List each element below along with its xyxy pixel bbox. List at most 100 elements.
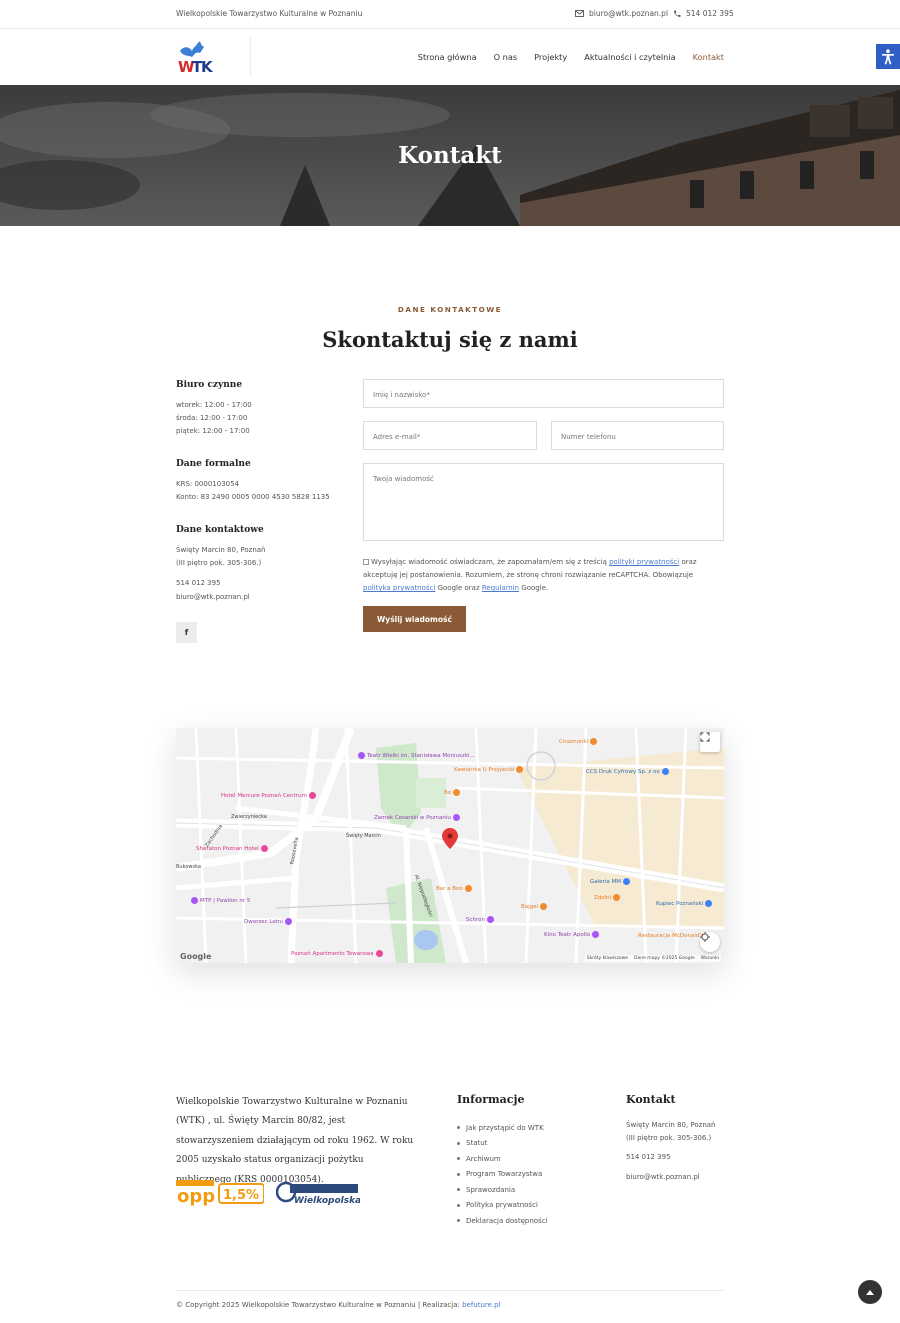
accessibility-icon	[882, 48, 894, 64]
nav-item-contact[interactable]: Kontakt	[693, 52, 724, 62]
office-hours-tuesday: wtorek: 12:00 - 17:00	[176, 401, 252, 409]
contact-data-block: Dane kontaktowe Święty Marcin 80, Poznań…	[176, 525, 346, 604]
fullscreen-icon	[700, 732, 710, 742]
map-poi-apartments[interactable]: Poznań Apartments Towarowa	[291, 950, 383, 957]
arrow-up-icon	[866, 1290, 874, 1295]
nav-item-news[interactable]: Aktualności i czytelnia	[584, 52, 675, 62]
map-poi-teatr-wielki[interactable]: Teatr Wielki im. Stanisława Moniuszki...	[358, 752, 475, 759]
message-field-placeholder: Twoja wiadomość	[373, 475, 434, 483]
formal-data-block: Dane formalne KRS: 0000103054 Konto: 83 …	[176, 459, 346, 504]
office-hours-block: Biuro czynne wtorek: 12:00 - 17:00 środa…	[176, 380, 346, 439]
nav-item-about[interactable]: O nas	[494, 52, 518, 62]
top-bar-email[interactable]: biuro@wtk.poznan.pl	[575, 9, 668, 18]
map-poi-zdolni[interactable]: Zdolni	[594, 894, 621, 901]
footer-phone[interactable]: 514 012 395	[626, 1151, 716, 1164]
footer-link-privacy[interactable]: Polityka prywatności	[457, 1198, 548, 1214]
name-field[interactable]: Imię i nazwisko*	[363, 379, 724, 408]
footer-link-archive[interactable]: Archiwum	[457, 1151, 548, 1167]
email-field-placeholder: Adres e-mail*	[373, 433, 421, 441]
map-poi-kupiec[interactable]: Kupiec Poznański	[656, 900, 713, 907]
contact-address-line1: Święty Marcin 80, Poznań	[176, 546, 266, 554]
footer-contact-block: Święty Marcin 80, Poznań (III piętro pok…	[626, 1119, 716, 1183]
top-bar-phone[interactable]: 514 012 395	[673, 9, 734, 18]
map-data-credit: Dane mapy ©2025 Google	[634, 956, 695, 961]
submit-button-label: Wyślij wiadomość	[377, 614, 452, 624]
svg-text:K: K	[201, 58, 214, 75]
top-bar-phone-text: 514 012 395	[686, 9, 734, 18]
map-poi-mcdonalds[interactable]: Restauracja McDonald's	[638, 933, 704, 939]
map-poi-sheraton[interactable]: Sheraton Poznan Hotel	[196, 845, 268, 852]
message-field[interactable]: Twoja wiadomość	[363, 463, 724, 541]
nav-item-home[interactable]: Strona główna	[418, 52, 477, 62]
map-camera-control[interactable]	[700, 932, 720, 952]
formal-data-heading: Dane formalne	[176, 459, 251, 469]
map-street-bukowska: Bukowska	[176, 864, 201, 870]
footer-link-reports[interactable]: Sprawozdania	[457, 1182, 548, 1198]
footer-link-join[interactable]: Jak przystąpić do WTK	[457, 1120, 548, 1136]
top-bar: Wielkopolskie Towarzystwo Kulturalne w P…	[0, 0, 900, 29]
map-fullscreen-button[interactable]	[700, 732, 720, 752]
map-poi-cinamonki[interactable]: Cinamonki	[559, 738, 598, 745]
map-poi-galeria-mm[interactable]: Galeria MM	[590, 878, 630, 885]
phone-field[interactable]: Numer telefonu	[551, 421, 724, 450]
consent-checkbox[interactable]	[363, 559, 369, 565]
phone-field-placeholder: Numer telefonu	[561, 433, 616, 441]
map-poi-mtp[interactable]: MTP | Pawilon nr 5	[191, 897, 250, 904]
submit-button[interactable]: Wyślij wiadomość	[363, 606, 466, 632]
office-hours-heading: Biuro czynne	[176, 380, 243, 390]
google-terms-link[interactable]: Regulamin	[482, 584, 519, 592]
nav-item-projects[interactable]: Projekty	[534, 52, 567, 62]
footer-email[interactable]: biuro@wtk.poznan.pl	[626, 1171, 716, 1184]
office-hours-wednesday: środa: 12:00 - 17:00	[176, 414, 248, 423]
map-poi-hotel-mercure[interactable]: Hotel Mercure Poznań Centrum	[221, 792, 316, 799]
office-hours-friday: piątek: 12:00 - 17:00	[176, 427, 250, 436]
page-hero: Kontakt	[0, 85, 900, 226]
map-poi-bar-a-boo[interactable]: Bar a Boo	[436, 885, 472, 892]
svg-text:1,5%: 1,5%	[223, 1188, 259, 1203]
footer-address-line2: (III piętro pok. 305-306.)	[626, 1133, 712, 1142]
phone-icon	[674, 10, 681, 17]
accessibility-button[interactable]	[876, 44, 900, 69]
google-logo: Google	[180, 952, 212, 961]
footer-divider	[176, 1290, 724, 1291]
google-privacy-link[interactable]: polityka prywatności	[363, 584, 435, 592]
map-poi-ccs-druk[interactable]: CCS Druk Cyfrowy Sp. z oo	[586, 768, 669, 775]
contact-email[interactable]: biuro@wtk.poznan.pl	[176, 591, 346, 604]
section-title: Skontaktuj się z nami	[322, 327, 578, 352]
bank-account: Konto: 83 2490 0005 0000 4530 5828 1135	[176, 493, 330, 502]
map-poi-bo[interactable]: Bo	[444, 789, 461, 796]
realization-link[interactable]: befuture.pl	[462, 1301, 500, 1309]
footer-link-accessibility[interactable]: Deklaracja dostępności	[457, 1213, 548, 1229]
envelope-icon	[575, 10, 584, 17]
map-poi-zamek-cesarski[interactable]: Zamek Cesarski w Poznaniu	[374, 814, 460, 821]
camera-control-icon	[700, 932, 710, 942]
map-poi-kino-apollo[interactable]: Kino Teatr Apollo	[544, 931, 600, 938]
contact-phone[interactable]: 514 012 395	[176, 577, 346, 590]
contact-address-line2: (III piętro pok. 305-306.)	[176, 559, 262, 568]
opp-badge[interactable]: opp 1,5%	[176, 1180, 264, 1206]
footer-link-program[interactable]: Program Towarzystwa	[457, 1167, 548, 1183]
footer-link-statute[interactable]: Statut	[457, 1136, 548, 1152]
krs-number: KRS: 0000103054	[176, 480, 240, 488]
map-poi-kawiarnia[interactable]: Kawiarnia U Przyjaciół	[454, 766, 524, 773]
map-street-zwierzyniecka: Zwierzyniecka	[231, 814, 267, 820]
wielkopolska-badge[interactable]: Wielkopolska	[276, 1180, 360, 1206]
map-shortcuts-link[interactable]: Skróty klawiszowe	[587, 956, 628, 961]
facebook-button[interactable]: f	[176, 622, 197, 643]
map-poi-dworzec-letni[interactable]: Dworzec Letni	[244, 918, 292, 925]
map-poi-bajgel[interactable]: Bajgel	[521, 903, 548, 910]
page-title: Kontakt	[398, 142, 502, 169]
google-map[interactable]: Święty Marcin Zwierzyniecka Roosevelta A…	[176, 728, 724, 963]
main-header: W T K Strona główna O nas Projekty Aktua…	[0, 29, 900, 85]
svg-text:Wielkopolska: Wielkopolska	[294, 1196, 360, 1206]
footer-about-text: Wielkopolskie Towarzystwo Kulturalne w P…	[176, 1097, 414, 1185]
privacy-policy-link[interactable]: polityki prywatności	[609, 558, 679, 566]
footer-info-heading: Informacje	[457, 1093, 525, 1106]
map-poi-schron[interactable]: Schron	[466, 916, 494, 923]
wtk-logo[interactable]: W T K	[176, 41, 216, 75]
back-to-top-button[interactable]	[858, 1280, 882, 1304]
copyright: © Copyright 2025 Wielkopolskie Towarzyst…	[176, 1301, 501, 1309]
copyright-text: © Copyright 2025 Wielkopolskie Towarzyst…	[176, 1301, 460, 1309]
map-terms-link[interactable]: Warunki	[701, 956, 719, 961]
email-field[interactable]: Adres e-mail*	[363, 421, 537, 450]
